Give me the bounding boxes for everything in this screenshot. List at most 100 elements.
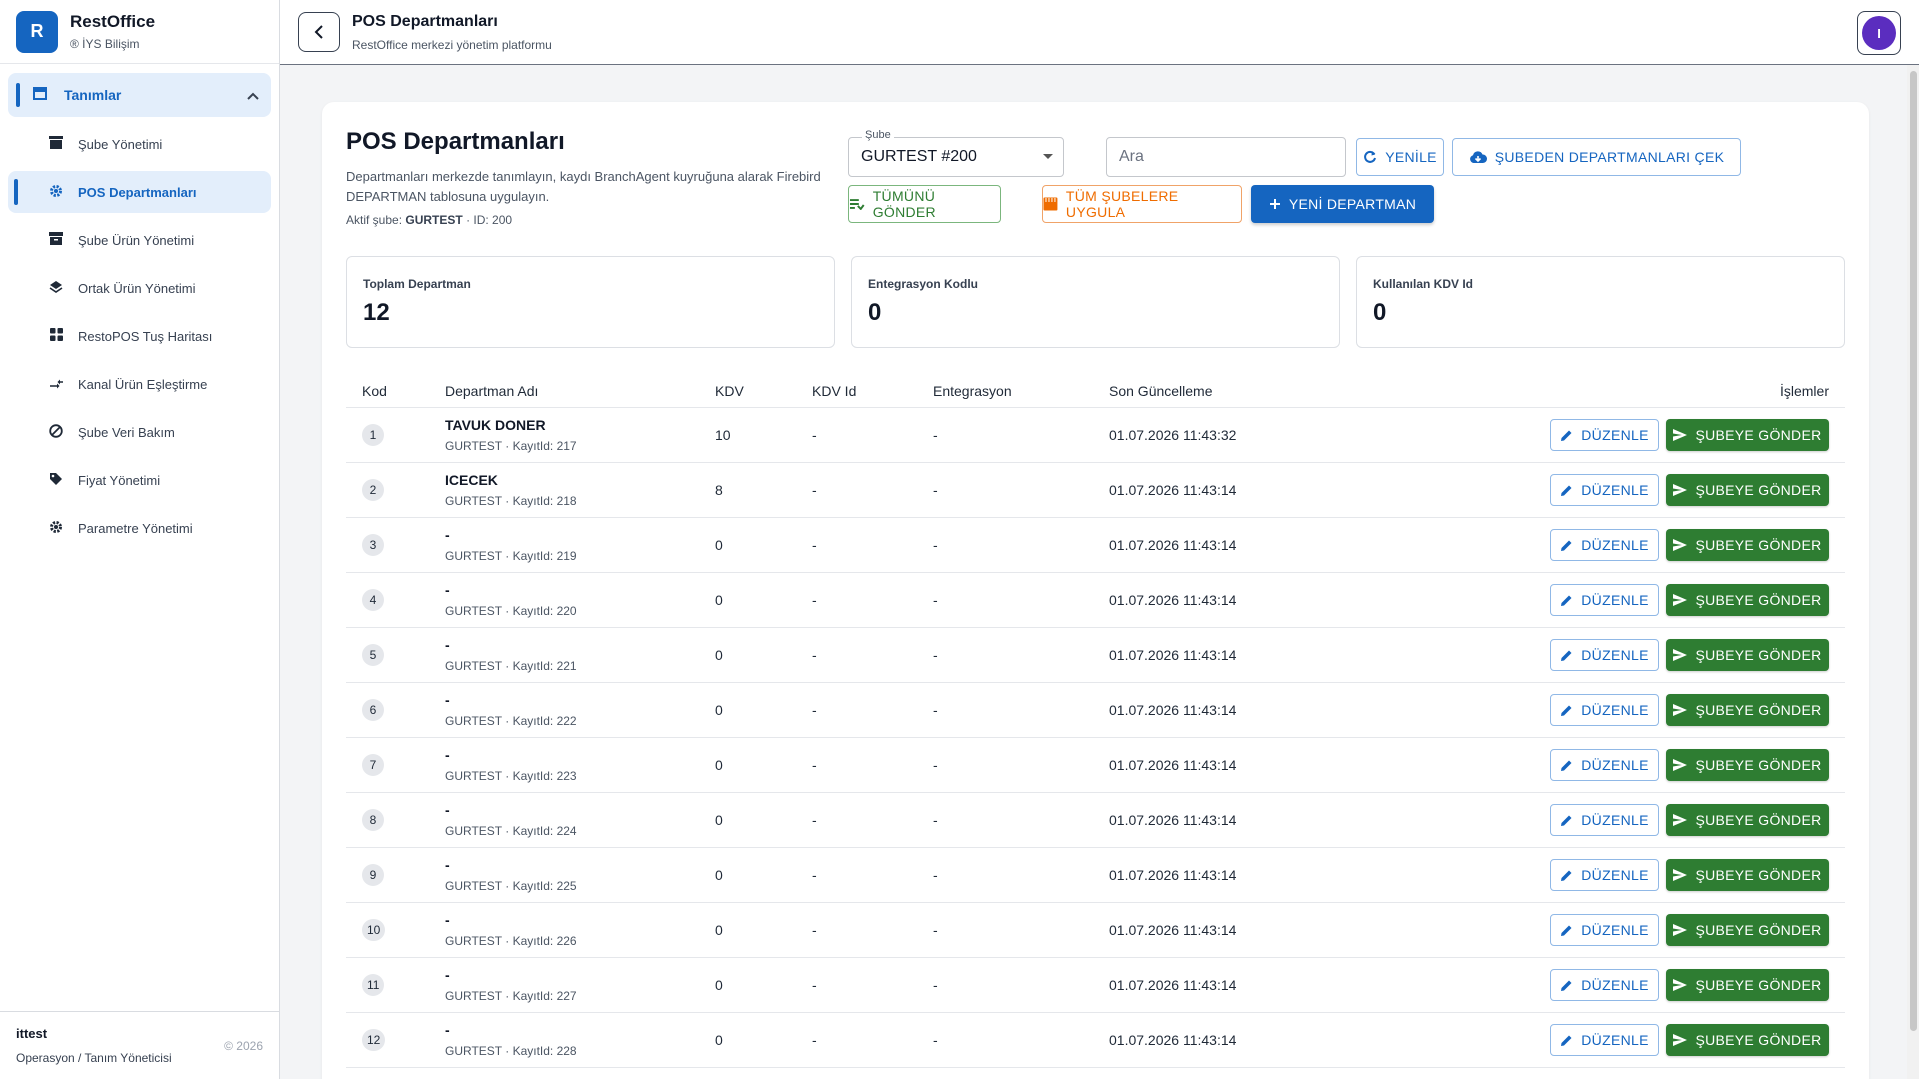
search-input[interactable] [1106, 137, 1346, 177]
sidebar-item-label: Şube Yönetimi [78, 136, 163, 152]
edit-button[interactable]: DÜZENLE [1550, 1024, 1659, 1056]
sidebar-item-kanal-r-n-e-le-tirme[interactable]: Kanal Ürün Eşleştirme [8, 363, 271, 405]
edit-label: DÜZENLE [1581, 702, 1649, 718]
refresh-icon [1364, 150, 1377, 163]
refresh-button[interactable]: YENİLE [1356, 138, 1444, 176]
sidebar-item--ube-veri-bak-m[interactable]: Şube Veri Bakım [8, 411, 271, 453]
send-to-branch-button[interactable]: ŞUBEYE GÖNDER [1666, 1024, 1829, 1056]
page-description: Departmanları merkezde tanımlayın, kaydı… [346, 169, 821, 204]
nav-group-tanimlar[interactable]: Tanımlar [8, 73, 271, 117]
cell-name: - GURTEST · KayıtId: 225 [445, 857, 715, 893]
sidebar-item-ortak-r-n-y-netimi[interactable]: Ortak Ürün Yönetimi [8, 267, 271, 309]
column-header-kdv-id[interactable]: KDV Id [812, 383, 933, 399]
profile-button[interactable]: I [1857, 11, 1901, 55]
cell-kod: 1 [346, 424, 445, 446]
cell-name: - GURTEST · KayıtId: 221 [445, 637, 715, 673]
new-department-button[interactable]: YENİ DEPARTMAN [1251, 185, 1434, 223]
send-icon [1673, 649, 1688, 661]
send-to-branch-button[interactable]: ŞUBEYE GÖNDER [1666, 584, 1829, 616]
send-label: ŞUBEYE GÖNDER [1695, 922, 1822, 938]
edit-button[interactable]: DÜZENLE [1550, 859, 1659, 891]
edit-button[interactable]: DÜZENLE [1550, 584, 1659, 616]
column-header-updated[interactable]: Son Güncelleme [1109, 383, 1349, 399]
column-header-integration[interactable]: Entegrasyon [933, 383, 1109, 399]
department-meta: GURTEST · KayıtId: 226 [445, 934, 577, 948]
edit-icon [1561, 705, 1572, 716]
send-icon [1673, 924, 1688, 936]
column-header-name[interactable]: Departman Adı [445, 383, 715, 399]
edit-icon [1561, 430, 1572, 441]
edit-icon [1561, 650, 1572, 661]
scrollbar-thumb[interactable] [1910, 71, 1917, 1031]
header-title: POS Departmanları [352, 13, 498, 30]
edit-label: DÜZENLE [1581, 977, 1649, 993]
sidebar-item-restopos-tu-haritas-[interactable]: RestoPOS Tuş Haritası [8, 315, 271, 357]
cell-integration: - [933, 812, 938, 828]
branch-select[interactable]: GURTEST #200 [848, 137, 1064, 177]
send-to-branch-button[interactable]: ŞUBEYE GÖNDER [1666, 474, 1829, 506]
cell-actions: DÜZENLE ŞUBEYE GÖNDER [1349, 419, 1845, 451]
sidebar-item-label: Şube Veri Bakım [78, 424, 175, 440]
edit-button[interactable]: DÜZENLE [1550, 419, 1659, 451]
sidebar-item-parametre-y-netimi[interactable]: Parametre Yönetimi [8, 507, 271, 549]
send-to-branch-button[interactable]: ŞUBEYE GÖNDER [1666, 914, 1829, 946]
department-meta: GURTEST · KayıtId: 223 [445, 769, 577, 783]
send-to-branch-button[interactable]: ŞUBEYE GÖNDER [1666, 749, 1829, 781]
column-header-kod[interactable]: Kod [346, 383, 445, 399]
cell-kod: 5 [346, 644, 445, 666]
kod-chip: 10 [362, 919, 386, 941]
cell-integration: - [933, 757, 938, 773]
edit-button[interactable]: DÜZENLE [1550, 914, 1659, 946]
cell-actions: DÜZENLE ŞUBEYE GÖNDER [1349, 969, 1845, 1001]
top-header: POS Departmanları RestOffice merkezi yön… [280, 0, 1919, 65]
table-row: 9 - GURTEST · KayıtId: 225 0 - - 01.07.2026 11… [346, 848, 1845, 903]
cell-actions: DÜZENLE ŞUBEYE GÖNDER [1349, 804, 1845, 836]
edit-button[interactable]: DÜZENLE [1550, 529, 1659, 561]
cell-kod: 3 [346, 534, 445, 556]
page-scrollbar[interactable] [1907, 65, 1919, 1079]
cell-actions: DÜZENLE ŞUBEYE GÖNDER [1349, 694, 1845, 726]
edit-button[interactable]: DÜZENLE [1550, 694, 1659, 726]
send-icon [1673, 429, 1688, 441]
edit-button[interactable]: DÜZENLE [1550, 969, 1659, 1001]
back-button[interactable] [298, 12, 340, 52]
cell-updated: 01.07.2026 11:43:14 [1109, 977, 1237, 993]
sidebar-item-pos-departmanlar-[interactable]: POS Departmanları [8, 171, 271, 213]
send-to-branch-button[interactable]: ŞUBEYE GÖNDER [1666, 804, 1829, 836]
sidebar-item--ube-y-netimi[interactable]: Şube Yönetimi [8, 123, 271, 165]
department-meta: GURTEST · KayıtId: 225 [445, 879, 577, 893]
active-branch: GURTEST [405, 213, 463, 227]
kod-chip: 5 [362, 644, 384, 666]
sidebar-item-fiyat-y-netimi[interactable]: Fiyat Yönetimi [8, 459, 271, 501]
send-to-branch-button[interactable]: ŞUBEYE GÖNDER [1666, 639, 1829, 671]
send-to-branch-button[interactable]: ŞUBEYE GÖNDER [1666, 694, 1829, 726]
cell-integration: - [933, 977, 938, 993]
table-row: 6 - GURTEST · KayıtId: 222 0 - - 01.07.2026 11… [346, 683, 1845, 738]
send-to-branch-button[interactable]: ŞUBEYE GÖNDER [1666, 969, 1829, 1001]
send-to-branch-button[interactable]: ŞUBEYE GÖNDER [1666, 529, 1829, 561]
sidebar-item--ube-r-n-y-netimi[interactable]: Şube Ürün Yönetimi [8, 219, 271, 261]
send-all-button[interactable]: TÜMÜNÜ GÖNDER [848, 185, 1001, 223]
cell-updated: 01.07.2026 11:43:14 [1109, 1032, 1237, 1048]
apply-all-branches-button[interactable]: TÜM ŞUBELERE UYGULA [1042, 185, 1242, 223]
cell-name: - GURTEST · KayıtId: 224 [445, 802, 715, 838]
pull-departments-button[interactable]: ŞUBEDEN DEPARTMANLARI ÇEK [1452, 138, 1741, 176]
cell-integration: - [933, 592, 938, 608]
avatar: I [1862, 16, 1896, 50]
department-name: - [445, 637, 450, 653]
active-prefix: Aktif şube: [346, 213, 403, 227]
edit-label: DÜZENLE [1581, 647, 1649, 663]
edit-label: DÜZENLE [1581, 867, 1649, 883]
kod-chip: 8 [362, 809, 384, 831]
edit-label: DÜZENLE [1581, 757, 1649, 773]
send-to-branch-button[interactable]: ŞUBEYE GÖNDER [1666, 859, 1829, 891]
cell-name: - GURTEST · KayıtId: 220 [445, 582, 715, 618]
edit-button[interactable]: DÜZENLE [1550, 749, 1659, 781]
edit-button[interactable]: DÜZENLE [1550, 474, 1659, 506]
send-to-branch-button[interactable]: ŞUBEYE GÖNDER [1666, 419, 1829, 451]
edit-button[interactable]: DÜZENLE [1550, 804, 1659, 836]
table-row: 7 - GURTEST · KayıtId: 223 0 - - 01.07.2026 11… [346, 738, 1845, 793]
column-header-kdv[interactable]: KDV [715, 383, 812, 399]
app-logo[interactable]: R [16, 10, 58, 53]
edit-button[interactable]: DÜZENLE [1550, 639, 1659, 671]
